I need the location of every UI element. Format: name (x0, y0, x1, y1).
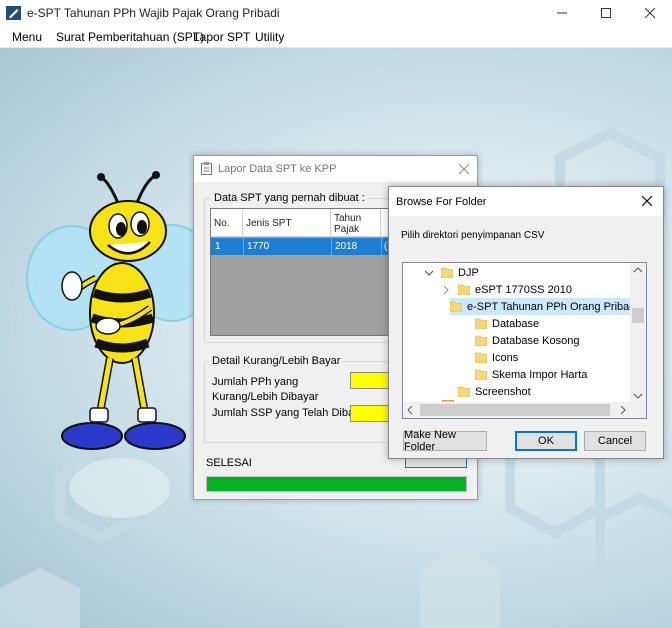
lapor-dialog-titlebar: Lapor Data SPT ke KPP (194, 156, 477, 182)
browse-instruction-text: Pilih direktori penyimpanan CSV (401, 230, 545, 241)
chevron-right-icon[interactable] (442, 285, 450, 294)
folder-icon (475, 318, 487, 329)
maximize-button[interactable] (584, 0, 628, 26)
column-header-jenis-spt[interactable]: Jenis SPT (243, 209, 331, 237)
selected-highlight: e-SPT Tahunan PPh Orang Pribadi (450, 298, 640, 315)
browse-dialog-titlebar: Browse For Folder (389, 187, 663, 216)
lapor-dialog-title: Lapor Data SPT ke KPP (218, 163, 337, 175)
close-button[interactable] (628, 0, 672, 26)
table-row[interactable]: 1 1770 2018 ( (211, 238, 389, 255)
scroll-left-arrow-icon[interactable] (407, 406, 413, 414)
tree-item-djp[interactable]: DJP (425, 264, 479, 281)
make-new-folder-button[interactable]: Make New Folder (403, 429, 487, 453)
tree-item-label: e-SPT Tahunan PPh Orang Pribadi (467, 300, 638, 313)
maximize-icon (601, 8, 611, 18)
horizontal-scroll-thumb[interactable] (420, 404, 610, 416)
browse-dialog-title: Browse For Folder (396, 196, 487, 208)
folder-icon (458, 386, 470, 397)
ok-button[interactable]: OK (515, 431, 577, 451)
pph-amount-field[interactable] (350, 372, 390, 389)
spt-history-group-label: Data SPT yang pernah dibuat : (211, 192, 368, 204)
tree-item-label: Icons (492, 351, 519, 364)
cancel-button[interactable]: Cancel (584, 431, 646, 451)
tree-item-label: DJP (458, 266, 479, 279)
cell-extra: ( (384, 241, 388, 252)
tree-item-label: eSPT 1770SS 2010 (475, 283, 573, 296)
vertical-scroll-thumb[interactable] (632, 308, 644, 323)
folder-icon (441, 267, 453, 278)
scrollbar-corner (630, 402, 646, 418)
close-icon (645, 8, 655, 18)
progress-bar (206, 476, 467, 492)
tree-item-label: Database Kosong (492, 334, 580, 347)
horizontal-scrollbar[interactable] (403, 402, 632, 418)
scroll-right-arrow-icon[interactable] (620, 406, 626, 414)
tree-item-skema-impor-harta[interactable]: Skema Impor Harta (475, 366, 587, 383)
tree-item-espt-tahunan[interactable]: e-SPT Tahunan PPh Orang Pribadi (442, 298, 640, 315)
tree-item-label: Database (492, 317, 540, 330)
tree-item-database[interactable]: Database (475, 315, 539, 332)
status-text: SELESAI (206, 457, 252, 469)
ssp-amount-field[interactable] (350, 405, 390, 422)
menu-item-utility[interactable]: Utility (255, 30, 284, 44)
cell-no: 1 (215, 241, 221, 252)
browse-for-folder-dialog: Browse For Folder Pilih direktori penyim… (388, 186, 664, 459)
tree-item-screenshot[interactable]: Screenshot (458, 383, 531, 400)
ssp-amount-label: Jumlah SSP yang Telah Dibayar (212, 407, 370, 419)
title-bar: e-SPT Tahunan PPh Wajib Pajak Orang Prib… (0, 0, 672, 26)
pph-amount-label: Jumlah PPh yang Kurang/Lebih Dibayar (212, 376, 319, 403)
menu-item-surat-pemberitahuan[interactable]: Surat Pemberitahuan (SPT) (56, 30, 204, 44)
tree-item-espt-1770ss[interactable]: eSPT 1770SS 2010 (442, 281, 572, 298)
app-icon (6, 6, 21, 20)
scroll-down-arrow-icon[interactable] (634, 393, 642, 399)
tree-item-database-kosong[interactable]: Database Kosong (475, 332, 579, 349)
clipboard-icon (201, 162, 212, 175)
menu-bar: Menu Surat Pemberitahuan (SPT) Lapor SPT… (0, 26, 672, 48)
folder-tree[interactable]: DJP eSPT 1770SS 2010 e-SPT Tahunan PPh O… (402, 262, 647, 419)
window-title: e-SPT Tahunan PPh Wajib Pajak Orang Prib… (27, 6, 280, 20)
close-icon[interactable] (642, 196, 652, 206)
folder-icon (458, 284, 470, 295)
scroll-up-arrow-icon[interactable] (634, 267, 642, 273)
vertical-scrollbar[interactable] (630, 263, 646, 403)
cell-tahun-pajak: 2018 (335, 241, 358, 252)
folder-icon (475, 335, 487, 346)
chevron-down-icon[interactable] (425, 269, 433, 277)
cell-jenis-spt: 1770 (247, 241, 270, 252)
detail-payment-group-label: Detail Kurang/Lebih Bayar (209, 355, 344, 367)
column-header-tahun-pajak[interactable]: Tahun Pajak (331, 209, 381, 237)
tree-item-label: Skema Impor Harta (492, 368, 588, 381)
tree-item-label: Screenshot (475, 385, 531, 398)
close-icon[interactable] (459, 164, 469, 174)
folder-icon (475, 352, 487, 363)
minimize-button[interactable] (540, 0, 584, 26)
bee-mascot-illustration (26, 171, 215, 518)
tree-item-icons[interactable]: Icons (475, 349, 518, 366)
folder-icon (450, 301, 462, 312)
folder-icon (475, 369, 487, 380)
column-header-no[interactable]: No. (211, 209, 243, 237)
spt-data-grid[interactable]: No. Jenis SPT Tahun Pajak 1 1770 2018 ( (210, 208, 390, 336)
menu-item-lapor-spt[interactable]: Lapor SPT (193, 30, 250, 44)
menu-item-menu[interactable]: Menu (12, 30, 42, 44)
minimize-icon (557, 12, 567, 14)
